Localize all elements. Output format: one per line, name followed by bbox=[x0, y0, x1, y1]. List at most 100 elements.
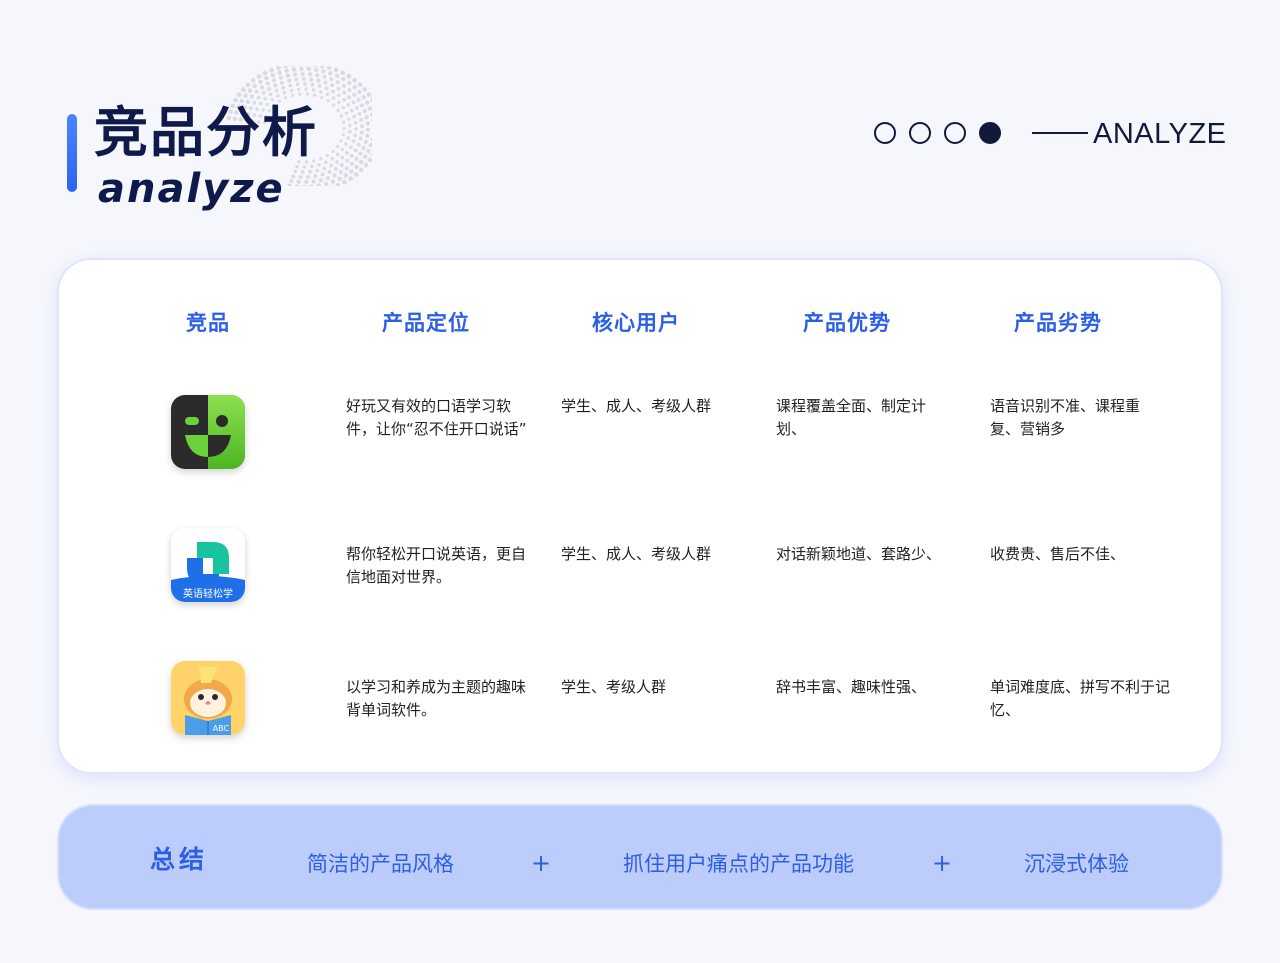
swirl-dot bbox=[359, 159, 364, 165]
title-accent-bar bbox=[67, 114, 77, 192]
swirl-dot bbox=[315, 168, 320, 173]
swirl-dot bbox=[294, 184, 299, 186]
swirl-dot bbox=[335, 80, 340, 85]
swirl-dot bbox=[361, 145, 366, 150]
step-dot-2 bbox=[909, 122, 931, 144]
swirl-dot bbox=[320, 172, 325, 177]
swirl-dot bbox=[268, 92, 273, 97]
swirl-dot bbox=[337, 176, 342, 181]
swirl-dot bbox=[319, 157, 323, 161]
summary-plus-2: + bbox=[932, 849, 953, 877]
icon-label: 英语轻松学 bbox=[183, 587, 233, 600]
row2-weaknesses: 收费贵、售后不佳、 bbox=[990, 545, 1126, 563]
swirl-dot bbox=[347, 95, 352, 100]
swirl-dot bbox=[261, 90, 266, 95]
swirl-dot bbox=[362, 87, 367, 92]
swirl-dot bbox=[358, 136, 363, 141]
swirl-dot bbox=[327, 170, 332, 174]
swirl-dot bbox=[342, 98, 346, 102]
swirl-dot bbox=[274, 88, 279, 93]
swirl-dot bbox=[341, 77, 346, 82]
swirl-dot bbox=[325, 154, 329, 158]
swirl-dot bbox=[322, 74, 327, 79]
swirl-dot bbox=[262, 70, 268, 76]
swirl-dot bbox=[344, 166, 349, 171]
swirl-dot bbox=[362, 154, 368, 159]
swirl-dot bbox=[357, 89, 362, 95]
swirl-dot bbox=[368, 143, 372, 148]
swirl-dot bbox=[331, 96, 336, 100]
swirl-dot bbox=[348, 176, 353, 181]
swirl-dot bbox=[282, 90, 287, 95]
swirl-dot bbox=[308, 169, 312, 174]
row1-weaknesses: 语音识别不准、课程重复、营销多 bbox=[990, 397, 1141, 438]
swirl-dot bbox=[303, 82, 307, 86]
swirl-dot bbox=[330, 157, 334, 161]
swirl-dot bbox=[298, 92, 302, 96]
row1-strengths: 课程覆盖全面、制定计划、 bbox=[776, 397, 927, 438]
swirl-dot bbox=[259, 85, 264, 90]
swirl-dot bbox=[313, 93, 317, 97]
swirl-dot bbox=[349, 169, 354, 174]
summary-item-pain-points: 抓住用户痛点的产品功能 bbox=[623, 852, 854, 876]
swirl-dot bbox=[369, 112, 372, 117]
swirl-dot bbox=[316, 78, 321, 83]
swirl-dot bbox=[272, 78, 277, 83]
swirl-dot bbox=[236, 92, 242, 98]
swirl-dot bbox=[293, 169, 298, 174]
swirl-dot bbox=[341, 105, 345, 110]
swirl-dot bbox=[284, 68, 289, 73]
swirl-dot bbox=[371, 118, 372, 123]
swirl-dot bbox=[322, 166, 327, 171]
swirl-dot bbox=[250, 78, 256, 83]
swirl-dot bbox=[289, 88, 294, 93]
swirl-dot bbox=[311, 88, 316, 92]
swirl-dot bbox=[349, 108, 354, 113]
swirl-dot bbox=[321, 69, 326, 74]
swirl-dot bbox=[365, 100, 370, 105]
swirl-dot bbox=[342, 90, 347, 95]
swirl-dot bbox=[313, 174, 318, 178]
swirl-dot bbox=[276, 66, 281, 71]
swirl-dot bbox=[347, 80, 352, 86]
swirl-dot bbox=[247, 88, 253, 93]
swirl-dot bbox=[357, 111, 362, 116]
swirl-dot bbox=[367, 106, 372, 111]
step-divider-line bbox=[1032, 132, 1088, 134]
swirl-dot bbox=[290, 66, 295, 68]
swirl-dot bbox=[304, 179, 309, 185]
swirl-dot bbox=[291, 93, 295, 97]
swirl-dot bbox=[258, 79, 263, 85]
summary-title: 总结 bbox=[150, 845, 209, 874]
swirl-dot bbox=[366, 92, 372, 97]
step-indicator bbox=[874, 122, 1088, 144]
swirl-dot bbox=[353, 133, 358, 138]
swirl-dot bbox=[332, 173, 337, 178]
swirl-dot bbox=[340, 147, 345, 152]
swirl-dot bbox=[336, 144, 340, 149]
swirl-dot bbox=[339, 139, 343, 143]
swirl-dot bbox=[348, 123, 352, 128]
swirl-dot bbox=[300, 170, 305, 174]
swirl-dot bbox=[316, 183, 322, 186]
swirl-dot bbox=[348, 145, 353, 150]
swirl-dot bbox=[299, 66, 304, 72]
swirl-dot bbox=[304, 87, 308, 91]
swirl-dot bbox=[269, 67, 274, 73]
swirl-dot bbox=[337, 100, 341, 105]
swirl-dot bbox=[342, 179, 347, 185]
swirl-dot bbox=[252, 83, 257, 89]
swirl-dot bbox=[325, 92, 330, 97]
header-core-users: 核心用户 bbox=[592, 311, 680, 335]
swirl-dot bbox=[354, 164, 359, 170]
swirl-dot bbox=[302, 184, 307, 186]
swirl-dot bbox=[346, 136, 351, 140]
swirl-dot bbox=[344, 111, 349, 116]
swirl-dot bbox=[342, 126, 346, 130]
swirl-dot bbox=[310, 82, 315, 87]
swirl-dot bbox=[370, 137, 372, 142]
swirl-dot bbox=[353, 148, 358, 153]
swirl-dot bbox=[358, 151, 363, 156]
summary-item-style: 简洁的产品风格 bbox=[307, 852, 454, 876]
swirl-dot bbox=[280, 80, 284, 85]
